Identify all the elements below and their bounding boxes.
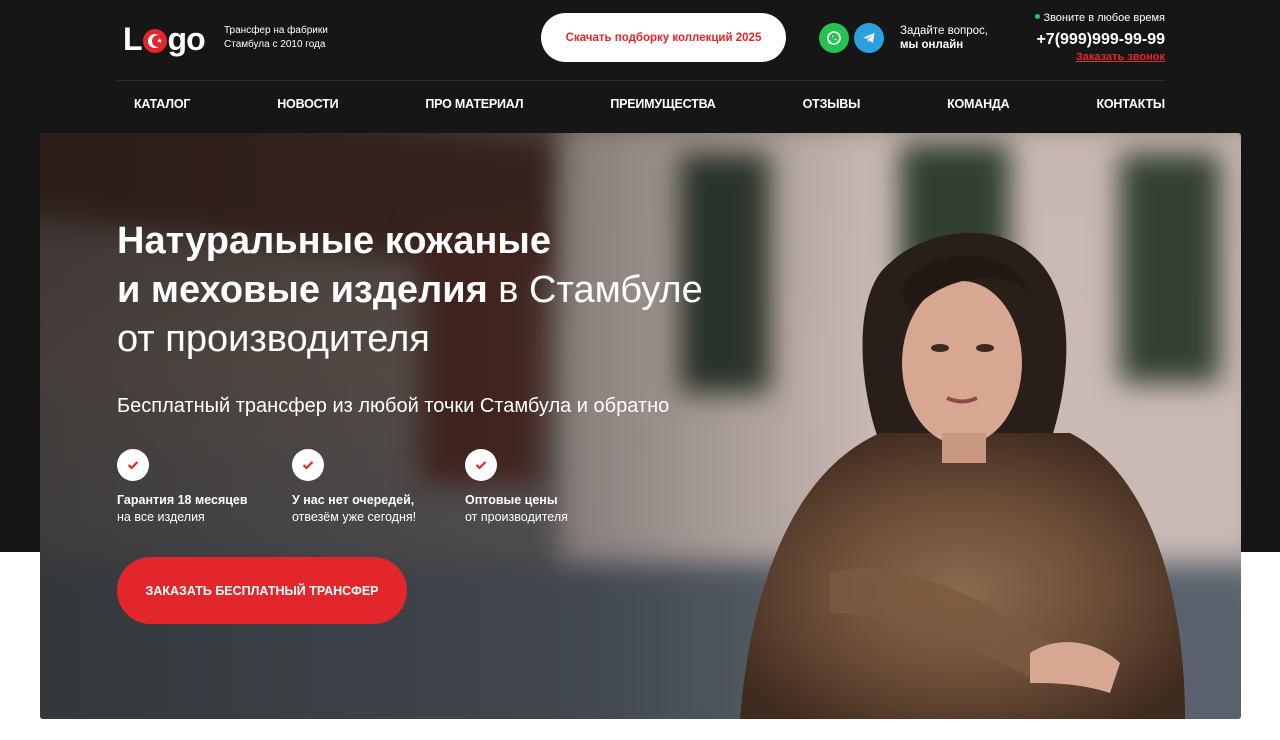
hero-title-line3: от производителя bbox=[117, 318, 430, 360]
download-collection-button[interactable]: Скачать подборку коллекций 2025 bbox=[541, 13, 786, 62]
whatsapp-icon bbox=[827, 31, 841, 45]
header-divider bbox=[117, 80, 1165, 81]
online-dot-icon bbox=[1035, 13, 1041, 19]
tagline: Трансфер на фабрики Стамбула с 2010 года bbox=[224, 24, 328, 52]
feature-text: на все изделия bbox=[117, 510, 205, 524]
feature-title: Гарантия 18 месяцев bbox=[117, 493, 248, 507]
order-transfer-button[interactable]: ЗАКАЗАТЬ БЕСПЛАТНЫЙ ТРАНСФЕР bbox=[117, 557, 407, 624]
site-header: L ★ go Трансфер на фабрики Стамбула с 20… bbox=[117, 0, 1165, 80]
check-icon bbox=[465, 449, 497, 481]
telegram-button[interactable] bbox=[854, 23, 884, 53]
callback-link[interactable]: Заказать звонок bbox=[1035, 51, 1165, 63]
ask-line1: Задайте вопрос, bbox=[900, 25, 988, 37]
tagline-line1: Трансфер на фабрики bbox=[224, 25, 328, 36]
call-hours: Звоните в любое время bbox=[1035, 11, 1165, 25]
feature-text: от производителя bbox=[465, 510, 568, 524]
call-hours-text: Звоните в любое время bbox=[1043, 12, 1165, 24]
hero-title-line2-bold: и меховые изделия bbox=[117, 269, 488, 311]
nav-item-team[interactable]: КОМАНДА bbox=[947, 96, 1010, 112]
hero-subtitle: Бесплатный трансфер из любой точки Стамб… bbox=[117, 395, 670, 417]
feature-title: Оптовые цены bbox=[465, 493, 558, 507]
phone-block: Звоните в любое время +7(999)999-99-99 З… bbox=[1035, 11, 1165, 63]
hero-banner: Натуральные кожаные и меховые изделия в … bbox=[40, 133, 1241, 719]
feature-item: Оптовые цены от производителя bbox=[465, 449, 625, 526]
check-icon bbox=[292, 449, 324, 481]
tagline-line2: Стамбула с 2010 года bbox=[224, 39, 326, 50]
nav-item-news[interactable]: НОВОСТИ bbox=[277, 96, 338, 112]
logo[interactable]: L ★ go bbox=[123, 21, 206, 57]
feature-item: Гарантия 18 месяцев на все изделия bbox=[117, 449, 292, 526]
model-photo bbox=[740, 232, 1185, 719]
logo-text-start: L bbox=[123, 21, 143, 57]
feature-title: У нас нет очередей, bbox=[292, 493, 415, 507]
phone-link[interactable]: +7(999)999-99-99 bbox=[1035, 29, 1165, 51]
hero-title: Натуральные кожаные и меховые изделия в … bbox=[117, 217, 703, 364]
whatsapp-button[interactable] bbox=[819, 23, 849, 53]
logo-text-end: go bbox=[167, 21, 206, 57]
feature-item: У нас нет очередей, отвезём уже сегодня! bbox=[292, 449, 465, 526]
nav-item-advantages[interactable]: ПРЕИМУЩЕСТВА bbox=[610, 96, 715, 112]
turkish-flag-icon: ★ bbox=[142, 29, 167, 53]
telegram-icon bbox=[863, 33, 875, 43]
features-list: Гарантия 18 месяцев на все изделия У нас… bbox=[117, 449, 625, 526]
hero-title-line2-regular: в Стамбуле bbox=[487, 269, 703, 311]
nav-item-catalog[interactable]: КАТАЛОГ bbox=[134, 96, 190, 112]
main-nav: КАТАЛОГ НОВОСТИ ПРО МАТЕРИАЛ ПРЕИМУЩЕСТВ… bbox=[134, 96, 1165, 112]
nav-item-reviews[interactable]: ОТЗЫВЫ bbox=[803, 96, 861, 112]
check-icon bbox=[117, 449, 149, 481]
hero-title-line1: Натуральные кожаные bbox=[117, 220, 552, 262]
nav-item-material[interactable]: ПРО МАТЕРИАЛ bbox=[425, 96, 523, 112]
nav-item-contacts[interactable]: КОНТАКТЫ bbox=[1096, 96, 1165, 112]
ask-question: Задайте вопрос, мы онлайн bbox=[900, 24, 988, 52]
ask-line2: мы онлайн bbox=[900, 39, 964, 51]
feature-text: отвезём уже сегодня! bbox=[292, 510, 417, 524]
